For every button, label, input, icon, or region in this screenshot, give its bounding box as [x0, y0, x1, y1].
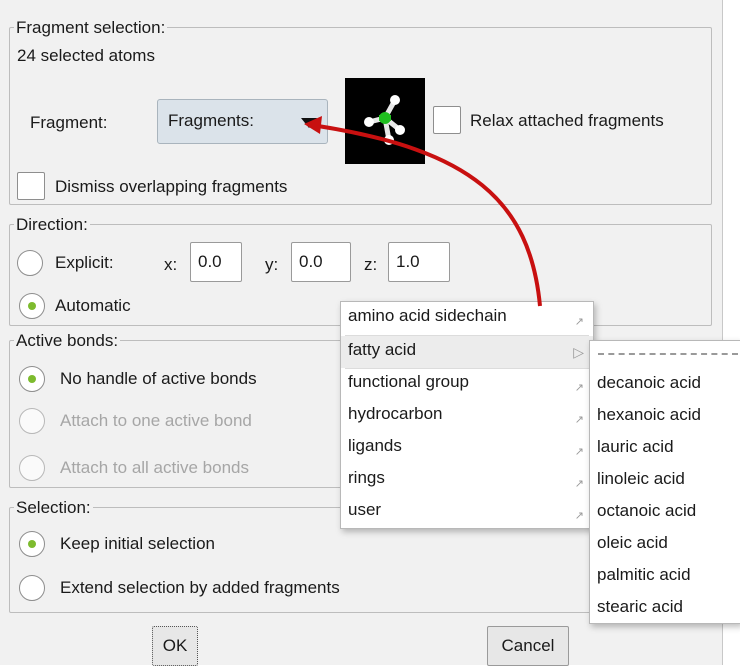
- menu-item-label: user: [348, 500, 382, 519]
- z-label: z:: [364, 255, 378, 274]
- menu-item-label: amino acid sidechain: [348, 306, 507, 325]
- extend-selection-radio[interactable]: [19, 575, 45, 601]
- explicit-label: Explicit:: [55, 253, 114, 272]
- relax-attached-label: Relax attached fragments: [470, 111, 664, 130]
- submenu-item-oleic-acid[interactable]: oleic acid: [597, 533, 668, 553]
- menu-item-label: hydrocarbon: [348, 404, 443, 423]
- fragment-preview-image: [345, 78, 425, 164]
- chevron-down-icon: [301, 118, 317, 128]
- fragment-selection-legend: Fragment selection:: [14, 18, 168, 38]
- active-bonds-legend: Active bonds:: [14, 331, 121, 351]
- submenu-item-linoleic-acid[interactable]: linoleic acid: [597, 469, 685, 489]
- cancel-button[interactable]: Cancel: [487, 626, 569, 666]
- fragments-combo[interactable]: Fragments:: [157, 99, 328, 144]
- menu-item-label: rings: [348, 468, 385, 487]
- menu-item-hydrocarbon[interactable]: hydrocarbon ↗: [341, 400, 593, 432]
- submenu-arrow-icon: ↗: [574, 510, 584, 522]
- submenu-arrow-icon: ▷: [573, 344, 584, 360]
- ok-button[interactable]: OK: [152, 626, 198, 666]
- selection-legend: Selection:: [14, 498, 93, 518]
- molecule-icon: [364, 95, 405, 145]
- menu-item-functional-group[interactable]: functional group ↗: [341, 368, 593, 400]
- submenu-item-lauric-acid[interactable]: lauric acid: [597, 437, 674, 457]
- submenu-arrow-icon: ↗: [574, 478, 584, 490]
- attach-all-radio[interactable]: [19, 455, 45, 481]
- submenu-item-octanoic-acid[interactable]: octanoic acid: [597, 501, 696, 521]
- submenu-arrow-icon: ↗: [574, 316, 584, 328]
- x-label: x:: [164, 255, 178, 274]
- fragments-combo-value: Fragments:: [168, 111, 254, 130]
- submenu-item-stearic-acid[interactable]: stearic acid: [597, 597, 683, 617]
- submenu-arrow-icon: ↗: [574, 446, 584, 458]
- fatty-acid-submenu: decanoic acid hexanoic acid lauric acid …: [589, 340, 740, 624]
- direction-legend: Direction:: [14, 215, 90, 235]
- z-input[interactable]: 1.0: [388, 242, 450, 282]
- menu-item-user[interactable]: user ↗: [341, 496, 593, 528]
- no-handle-label: No handle of active bonds: [60, 369, 257, 388]
- no-handle-radio[interactable]: [19, 366, 45, 392]
- dismiss-overlapping-checkbox[interactable]: [17, 172, 45, 200]
- submenu-item-palmitic-acid[interactable]: palmitic acid: [597, 565, 691, 585]
- fragments-menu: amino acid sidechain ↗ fatty acid ▷ func…: [340, 301, 594, 529]
- x-input[interactable]: 0.0: [190, 242, 242, 282]
- submenu-item-decanoic-acid[interactable]: decanoic acid: [597, 373, 701, 393]
- automatic-radio[interactable]: [19, 293, 45, 319]
- submenu-arrow-icon: ↗: [574, 382, 584, 394]
- explicit-radio[interactable]: [17, 250, 43, 276]
- menu-item-fatty-acid[interactable]: fatty acid ▷: [341, 336, 593, 368]
- keep-initial-label: Keep initial selection: [60, 534, 215, 553]
- menu-item-amino-acid-sidechain[interactable]: amino acid sidechain ↗: [341, 302, 593, 334]
- attach-one-radio[interactable]: [19, 408, 45, 434]
- y-input[interactable]: 0.0: [291, 242, 351, 282]
- tear-off-line[interactable]: [598, 353, 738, 355]
- keep-initial-radio[interactable]: [19, 531, 45, 557]
- menu-item-ligands[interactable]: ligands ↗: [341, 432, 593, 464]
- menu-item-rings[interactable]: rings ↗: [341, 464, 593, 496]
- extend-selection-label: Extend selection by added fragments: [60, 578, 340, 597]
- menu-item-label: fatty acid: [348, 340, 417, 359]
- automatic-label: Automatic: [55, 296, 131, 315]
- attach-one-label: Attach to one active bond: [60, 411, 252, 430]
- submenu-arrow-icon: ↗: [574, 414, 584, 426]
- selected-atoms-count: 24 selected atoms: [17, 46, 155, 65]
- menu-item-label: ligands: [348, 436, 402, 455]
- attach-all-label: Attach to all active bonds: [60, 458, 250, 477]
- menu-item-label: functional group: [348, 372, 469, 391]
- fragment-label: Fragment:: [30, 113, 108, 132]
- dismiss-overlapping-label: Dismiss overlapping fragments: [55, 177, 288, 196]
- relax-attached-checkbox[interactable]: [433, 106, 461, 134]
- submenu-item-hexanoic-acid[interactable]: hexanoic acid: [597, 405, 701, 425]
- y-label: y:: [265, 255, 279, 274]
